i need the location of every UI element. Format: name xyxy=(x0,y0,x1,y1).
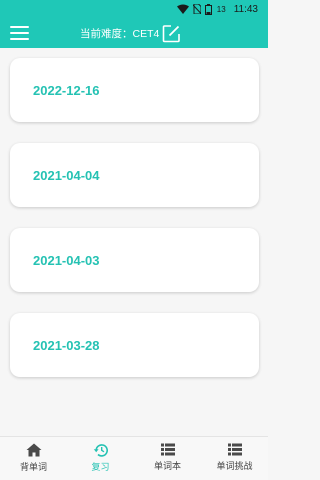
list-icon xyxy=(160,443,175,456)
review-date-card[interactable]: 2022-12-16 xyxy=(10,58,259,122)
bottom-nav: 背单词 复习 单词本 单词挑战 xyxy=(0,436,268,480)
list-icon xyxy=(227,443,242,456)
nav-label: 单词本 xyxy=(153,461,181,471)
status-time: 11:43 xyxy=(233,3,258,15)
hamburger-menu-icon[interactable] xyxy=(10,22,32,44)
review-date-card[interactable]: 2021-04-04 xyxy=(10,143,259,207)
review-date: 2021-03-28 xyxy=(33,337,100,353)
edit-icon[interactable] xyxy=(162,24,181,43)
nav-item-memorize[interactable]: 背单词 xyxy=(0,437,67,480)
review-date: 2021-04-03 xyxy=(33,252,100,268)
review-date-card[interactable]: 2021-04-03 xyxy=(10,228,259,292)
status-bar: 13 11:43 xyxy=(0,0,268,18)
status-icons: 13 11:43 xyxy=(176,2,258,16)
wifi-icon xyxy=(176,4,189,14)
battery-level: 13 xyxy=(216,4,226,14)
app-bar: 当前难度：CET4 xyxy=(0,18,268,48)
review-date: 2022-12-16 xyxy=(33,82,100,98)
review-date: 2021-04-04 xyxy=(33,167,100,183)
nav-item-review[interactable]: 复习 xyxy=(67,437,134,480)
battery-icon xyxy=(204,3,212,15)
review-date-card[interactable]: 2021-03-28 xyxy=(10,313,259,377)
nav-item-wordbook[interactable]: 单词本 xyxy=(134,437,201,480)
nav-label: 复习 xyxy=(91,462,110,472)
history-clock-icon xyxy=(93,444,108,457)
nav-item-challenge[interactable]: 单词挑战 xyxy=(201,437,268,480)
nav-label: 单词挑战 xyxy=(216,461,253,471)
home-icon xyxy=(26,443,41,457)
no-sim-icon xyxy=(192,4,201,14)
nav-label: 背单词 xyxy=(19,462,47,472)
difficulty-selector[interactable]: 当前难度：CET4 xyxy=(80,18,181,48)
difficulty-label: 当前难度：CET4 xyxy=(80,27,160,40)
